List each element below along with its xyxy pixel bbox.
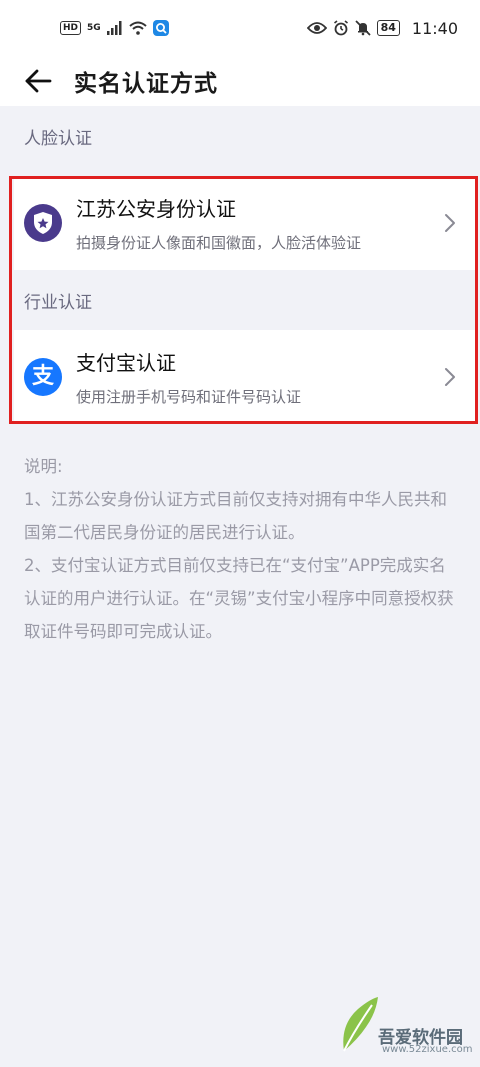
notes-line-1: 1、江苏公安身份认证方式目前仅支持对拥有中华人民共和国第二代居民身份证的居民进行…	[24, 490, 447, 542]
card-subtitle: 使用注册手机号码和证件号码认证	[76, 388, 302, 406]
alarm-icon	[333, 20, 348, 36]
status-time: 11:40	[411, 18, 458, 38]
card-text: 支付宝认证 使用注册手机号码和证件号码认证	[76, 347, 438, 407]
mute-bell-icon	[354, 20, 371, 36]
wifi-icon	[129, 21, 147, 35]
signal-icon	[106, 21, 122, 35]
notes-heading: 说明:	[24, 457, 63, 476]
notes-line-2: 2、支付宝认证方式目前仅支持已在“支付宝”APP完成实名认证的用户进行认证。在“…	[24, 556, 454, 641]
app-bar: 实名认证方式	[0, 56, 480, 106]
card-title: 支付宝认证	[76, 351, 176, 375]
alipay-auth-option[interactable]: 支 支付宝认证 使用注册手机号码和证件号码认证	[14, 330, 476, 424]
watermark-logo-icon	[343, 997, 378, 1052]
jiangsu-police-auth-option[interactable]: 江苏公安身份认证 拍摄身份证人像面和国徽面，人脸活体验证	[14, 176, 476, 270]
notes: 说明: 1、江苏公安身份认证方式目前仅支持对拥有中华人民共和国第二代居民身份证的…	[24, 450, 454, 648]
page-title: 实名认证方式	[74, 71, 218, 97]
back-button[interactable]	[8, 56, 68, 106]
card-title: 江苏公安身份认证	[76, 197, 236, 221]
section-header-industry: 行业认证	[24, 293, 92, 313]
hd-indicator: HD	[60, 21, 82, 35]
network-type: 5G	[87, 23, 101, 33]
card-subtitle: 拍摄身份证人像面和国徽面，人脸活体验证	[76, 234, 362, 252]
search-app-icon	[152, 20, 169, 36]
alipay-glyph: 支	[31, 364, 54, 389]
arrow-left-icon	[25, 69, 52, 93]
battery-indicator: 84	[376, 20, 400, 36]
chevron-right-icon	[438, 367, 462, 387]
chevron-right-icon	[438, 213, 462, 233]
watermark: 吾爱软件园 www.52zixue.com	[336, 989, 473, 1059]
status-bar: HD 5G 84 11:40	[0, 0, 480, 56]
police-shield-icon	[24, 204, 62, 242]
alipay-icon: 支	[24, 358, 62, 396]
status-right: 84 11:40	[306, 18, 458, 38]
watermark-url: www.52zixue.com	[382, 1044, 473, 1055]
eye-icon	[306, 22, 327, 34]
card-text: 江苏公安身份认证 拍摄身份证人像面和国徽面，人脸活体验证	[76, 193, 438, 253]
status-left: HD 5G	[60, 20, 169, 36]
section-header-face: 人脸认证	[24, 129, 92, 149]
